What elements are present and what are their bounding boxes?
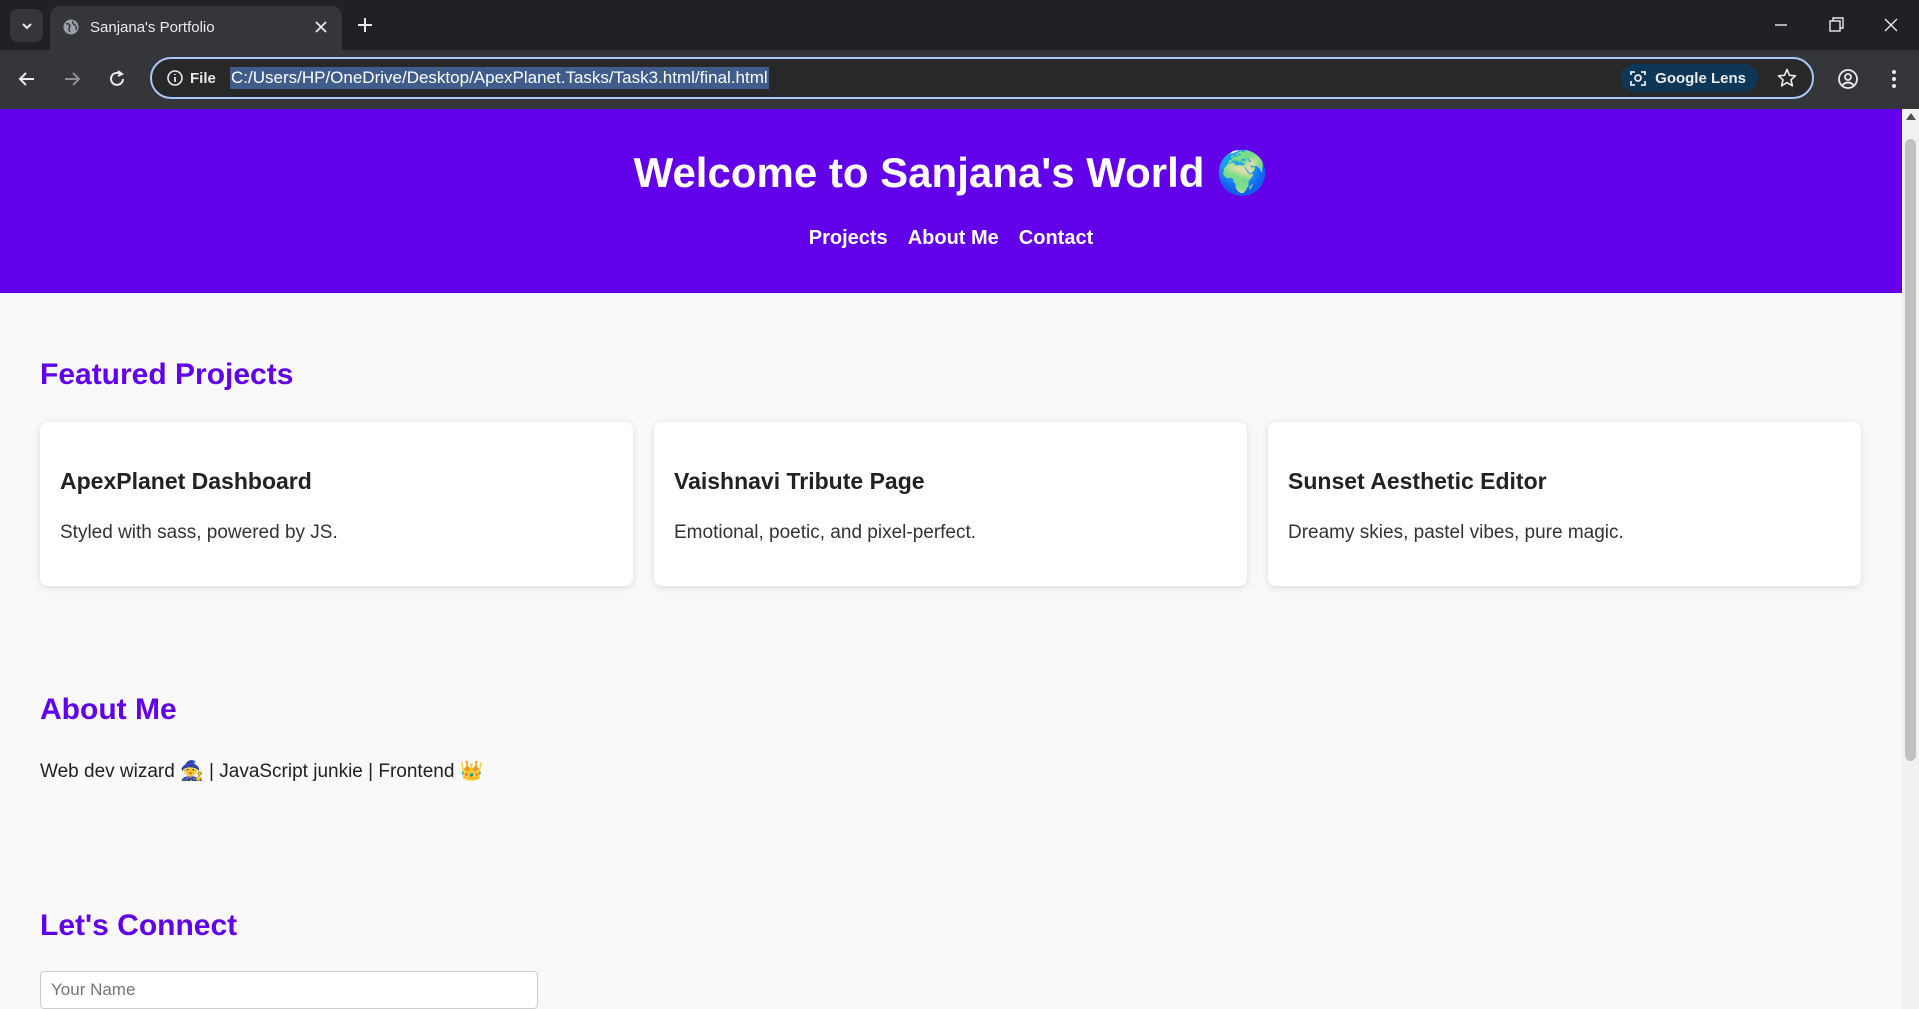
- globe-icon: [63, 19, 79, 35]
- nav-link-contact[interactable]: Contact: [1019, 227, 1093, 250]
- contact-heading: Let's Connect: [40, 909, 238, 942]
- nav-link-about[interactable]: About Me: [908, 227, 999, 250]
- project-card-title: Vaishnavi Tribute Page: [674, 468, 925, 494]
- minimize-icon[interactable]: [1770, 14, 1792, 36]
- url-text[interactable]: C:/Users/HP/OneDrive/Desktop/ApexPlanet.…: [230, 67, 769, 89]
- browser-tabstrip: Sanjana's Portfolio: [0, 0, 1919, 50]
- projects-heading: Featured Projects: [40, 358, 294, 391]
- project-card-desc: Dreamy skies, pastel vibes, pure magic.: [1288, 522, 1624, 543]
- forward-arrow-icon[interactable]: [60, 67, 84, 91]
- restore-icon[interactable]: [1825, 14, 1847, 36]
- google-lens-button[interactable]: Google Lens: [1621, 64, 1758, 92]
- lens-icon: [1630, 71, 1647, 86]
- browser-tab[interactable]: Sanjana's Portfolio: [50, 6, 342, 50]
- close-icon[interactable]: [312, 18, 330, 36]
- site-info-button[interactable]: File: [160, 64, 226, 92]
- scroll-up-arrow-icon[interactable]: [1906, 113, 1916, 120]
- project-card-desc: Styled with sass, powered by JS.: [60, 522, 338, 543]
- google-lens-label: Google Lens: [1655, 69, 1746, 87]
- info-icon: [167, 70, 183, 86]
- about-heading: About Me: [40, 693, 177, 726]
- profile-icon[interactable]: [1836, 67, 1860, 91]
- name-input[interactable]: [40, 971, 538, 1009]
- back-arrow-icon[interactable]: [15, 67, 39, 91]
- page-scrollbar[interactable]: [1902, 109, 1919, 1009]
- project-card[interactable]: Sunset Aesthetic Editor Dreamy skies, pa…: [1268, 422, 1861, 586]
- reload-icon[interactable]: [105, 67, 129, 91]
- project-cards: ApexPlanet Dashboard Styled with sass, p…: [40, 422, 1862, 586]
- tab-search-button[interactable]: [10, 9, 43, 42]
- about-text: Web dev wizard 🧙 | JavaScript junkie | F…: [40, 761, 484, 782]
- site-header: Welcome to Sanjana's World 🌍 Projects Ab…: [0, 109, 1902, 293]
- chevron-down-icon: [21, 22, 32, 29]
- new-tab-icon[interactable]: [354, 14, 376, 36]
- main-nav: Projects About Me Contact: [0, 227, 1902, 250]
- project-card[interactable]: Vaishnavi Tribute Page Emotional, poetic…: [654, 422, 1247, 586]
- page-title: Welcome to Sanjana's World 🌍: [633, 149, 1269, 196]
- more-menu-icon[interactable]: [1882, 67, 1906, 91]
- site-info-label: File: [190, 69, 216, 87]
- page-viewport: Welcome to Sanjana's World 🌍 Projects Ab…: [0, 109, 1902, 1009]
- project-card-title: ApexPlanet Dashboard: [60, 468, 312, 494]
- scroll-thumb[interactable]: [1905, 139, 1916, 761]
- project-card[interactable]: ApexPlanet Dashboard Styled with sass, p…: [40, 422, 633, 586]
- nav-link-projects[interactable]: Projects: [809, 227, 888, 250]
- project-card-desc: Emotional, poetic, and pixel-perfect.: [674, 522, 977, 543]
- project-card-title: Sunset Aesthetic Editor: [1288, 468, 1547, 494]
- address-bar[interactable]: File C:/Users/HP/OneDrive/Desktop/ApexPl…: [150, 57, 1814, 99]
- tab-title: Sanjana's Portfolio: [90, 19, 215, 36]
- close-window-icon[interactable]: [1880, 14, 1902, 36]
- browser-toolbar: File C:/Users/HP/OneDrive/Desktop/ApexPl…: [0, 50, 1919, 109]
- bookmark-star-icon[interactable]: [1776, 67, 1798, 89]
